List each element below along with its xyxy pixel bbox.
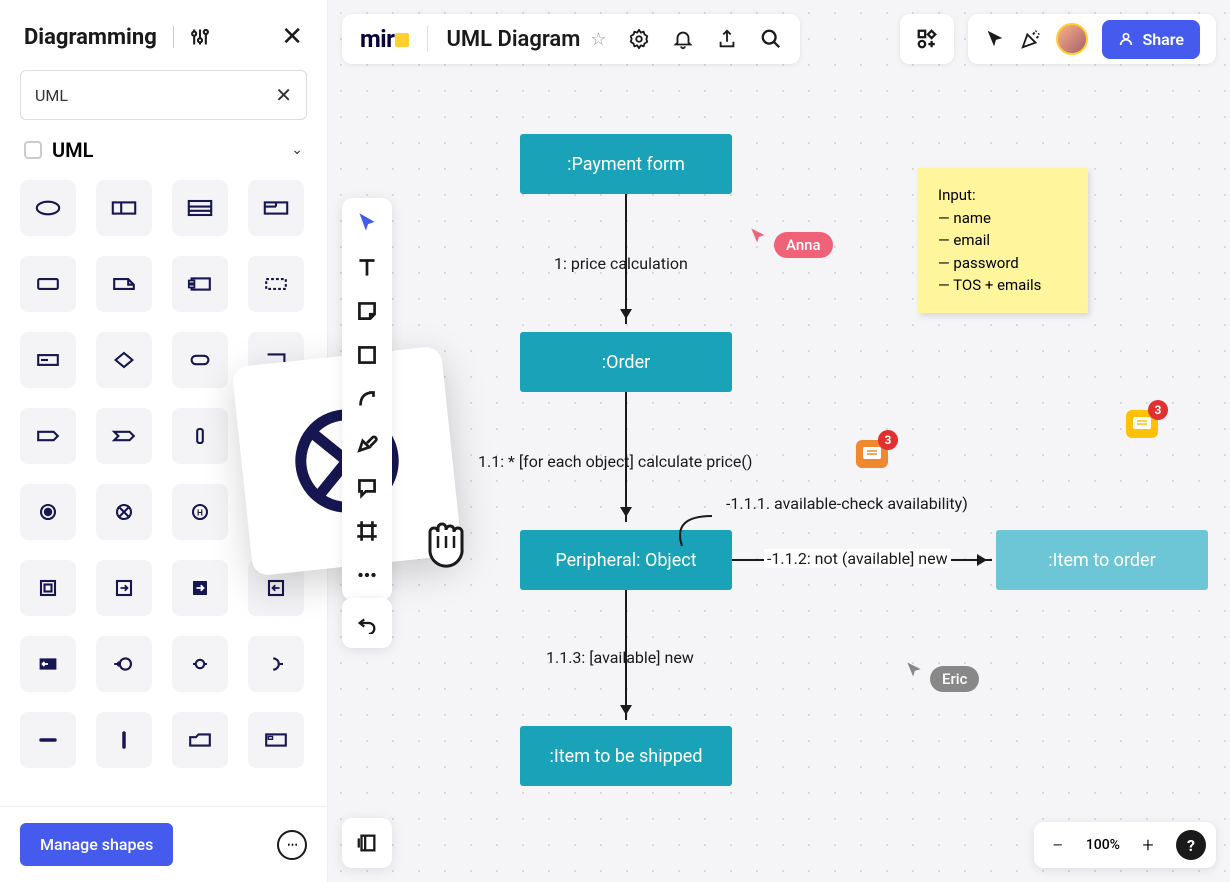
node-item-to-order[interactable]: :Item to order [996, 530, 1208, 590]
node-payment-form[interactable]: :Payment form [520, 134, 732, 194]
collaborator-cursor-anna: Anna [748, 214, 833, 258]
sticky-note-tool[interactable] [354, 298, 380, 324]
person-icon [1118, 31, 1134, 47]
cursor-mode-icon[interactable] [984, 28, 1006, 50]
category-uml[interactable]: UML ⌄ [0, 130, 327, 172]
shape-ellipse[interactable] [20, 180, 76, 236]
shape-folder[interactable] [172, 712, 228, 768]
undo-icon [356, 612, 378, 634]
pen-tool[interactable] [354, 430, 380, 456]
comment-icon [1133, 417, 1151, 431]
chat-icon[interactable]: ⋯ [277, 830, 307, 860]
topbar-main: mir UML Diagram ☆ [342, 14, 800, 64]
zoom-out-button[interactable]: − [1044, 831, 1072, 859]
apps-button[interactable] [900, 14, 954, 64]
presentation-button[interactable] [342, 818, 392, 868]
shape-half-circle[interactable] [248, 636, 304, 692]
undo-button[interactable] [342, 598, 392, 648]
comment-thread-2[interactable]: 3 [1126, 410, 1158, 438]
shape-filled-circle[interactable] [20, 484, 76, 540]
more-tools[interactable] [354, 562, 380, 588]
shape-split-rect[interactable] [96, 180, 152, 236]
shape-rounded-rect[interactable] [172, 332, 228, 388]
notifications-bell-icon[interactable] [672, 28, 694, 50]
shape-input-left[interactable] [20, 636, 76, 692]
zoom-controls: − 100% + ? [1034, 822, 1216, 868]
edge-label-3: -1.1.1. available-check availability) [726, 494, 968, 513]
svg-text:H: H [197, 509, 203, 519]
shape-circle-the[interactable] [96, 636, 152, 692]
close-sidebar-button[interactable]: ✕ [281, 24, 303, 50]
edge-label-2: 1.1: * [for each object] calculate price… [478, 452, 752, 471]
shape-folded-corner[interactable] [96, 256, 152, 312]
edge-label-5: 1.1.3: [available] new [546, 648, 694, 667]
select-tool[interactable] [354, 210, 380, 236]
settings-sliders-icon[interactable] [190, 27, 210, 47]
collaborator-cursor-eric: Eric [904, 648, 979, 692]
help-button[interactable]: ? [1176, 830, 1206, 860]
shape-diamond[interactable] [96, 332, 152, 388]
shape-arrow-square-filled[interactable] [172, 560, 228, 616]
zoom-in-button[interactable]: + [1134, 831, 1162, 859]
favorite-star-icon[interactable]: ☆ [590, 29, 606, 50]
shape-search-input[interactable]: UML ✕ [20, 70, 307, 120]
settings-gear-icon[interactable] [628, 28, 650, 50]
shape-rect[interactable] [20, 256, 76, 312]
connector-tool[interactable] [354, 386, 380, 412]
shape-stop-square[interactable] [20, 560, 76, 616]
node-order[interactable]: :Order [520, 332, 732, 392]
shape-chevron[interactable] [96, 408, 152, 464]
shape-arrow-square-right[interactable] [96, 560, 152, 616]
share-button[interactable]: Share [1102, 20, 1200, 59]
node-item-to-ship[interactable]: :Item to be shipped [520, 726, 732, 786]
canvas[interactable]: :Payment form 1: price calculation :Orde… [406, 86, 1230, 882]
shape-history-circle[interactable]: H [172, 484, 228, 540]
shape-small-circle[interactable] [172, 636, 228, 692]
shape-crossed-circle[interactable] [96, 484, 152, 540]
shape-line-vertical[interactable] [96, 712, 152, 768]
manage-shapes-button[interactable]: Manage shapes [20, 823, 173, 866]
comment-tool[interactable] [354, 474, 380, 500]
shape-tool[interactable] [354, 342, 380, 368]
self-loop-arrow [670, 500, 730, 550]
shape-list-rect[interactable] [172, 180, 228, 236]
comment-thread-1[interactable]: 3 [856, 440, 888, 468]
document-title[interactable]: UML Diagram [446, 27, 580, 52]
shape-component[interactable] [172, 256, 228, 312]
chevron-down-icon: ⌄ [291, 142, 303, 158]
clear-search-button[interactable]: ✕ [275, 83, 292, 107]
zoom-level[interactable]: 100% [1086, 837, 1120, 853]
shape-window[interactable] [248, 712, 304, 768]
tool-rail [342, 198, 392, 600]
export-icon[interactable] [716, 28, 738, 50]
sidebar-title: Diagramming [24, 25, 157, 50]
user-avatar[interactable] [1056, 23, 1088, 55]
shape-header-rect[interactable] [248, 180, 304, 236]
apps-grid-icon [916, 28, 938, 50]
edge-label-4: -1.1.2: not (available] new [764, 549, 951, 568]
search-icon[interactable] [760, 28, 782, 50]
frame-tool[interactable] [354, 518, 380, 544]
edge-label-1: 1: price calculation [554, 254, 688, 273]
shape-object[interactable] [20, 332, 76, 388]
comment-icon [863, 447, 881, 461]
shape-line-horizontal[interactable] [20, 712, 76, 768]
shape-dashed-rect[interactable] [248, 256, 304, 312]
shape-tag-right[interactable] [20, 408, 76, 464]
text-tool[interactable] [354, 254, 380, 280]
shape-bar-vertical[interactable] [172, 408, 228, 464]
sticky-note-input[interactable]: Input: — name — email — password — TOS +… [918, 168, 1088, 313]
miro-logo[interactable]: mir [360, 25, 409, 53]
search-value: UML [35, 86, 275, 105]
slides-icon [356, 832, 378, 854]
category-checkbox[interactable] [24, 141, 42, 159]
celebrate-icon[interactable] [1020, 28, 1042, 50]
